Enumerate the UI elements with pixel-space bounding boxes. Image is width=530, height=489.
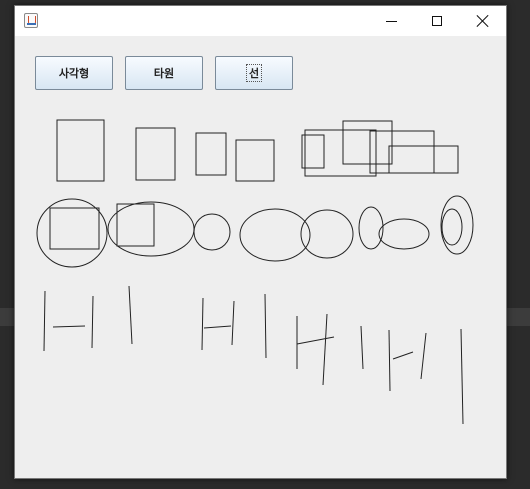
drawn-line xyxy=(128,285,133,345)
close-button[interactable] xyxy=(460,6,506,36)
drawn-line xyxy=(264,293,267,359)
drawn-line xyxy=(52,325,86,328)
minimize-button[interactable] xyxy=(368,6,414,36)
drawn-line xyxy=(360,325,364,370)
drawn-ellipse xyxy=(300,209,354,259)
drawn-ellipse xyxy=(378,218,430,250)
drawn-line xyxy=(388,329,391,392)
drawing-panel[interactable]: 사각형 타원 선 xyxy=(15,36,506,478)
drawn-ellipse xyxy=(239,208,311,262)
drawn-rectangle xyxy=(116,203,155,247)
rectangle-button-label: 사각형 xyxy=(58,67,90,80)
drawn-line xyxy=(201,297,204,351)
title-bar[interactable] xyxy=(15,6,506,36)
drawn-rectangle xyxy=(135,127,176,181)
java-app-icon xyxy=(24,13,38,28)
drawn-ellipse xyxy=(440,195,474,255)
drawn-ellipse xyxy=(36,198,108,268)
drawn-line xyxy=(231,300,235,346)
drawn-line xyxy=(322,313,328,386)
drawn-ellipse xyxy=(358,206,384,250)
drawn-line xyxy=(91,295,94,349)
drawn-rectangle xyxy=(304,129,377,177)
minimize-icon xyxy=(385,20,397,22)
drawn-rectangle xyxy=(342,120,393,165)
drawn-rectangle xyxy=(235,139,275,182)
drawn-rectangle xyxy=(49,207,100,250)
line-button-label: 선 xyxy=(245,64,263,82)
drawn-line xyxy=(392,351,414,360)
drawn-ellipse xyxy=(193,213,231,251)
ellipse-button[interactable]: 타원 xyxy=(125,56,203,90)
drawn-rectangle xyxy=(369,130,435,174)
drawn-rectangle xyxy=(388,145,459,174)
drawn-line xyxy=(420,332,427,380)
app-window: 사각형 타원 선 xyxy=(14,5,507,479)
drawn-line xyxy=(460,328,464,425)
drawn-line xyxy=(296,336,335,345)
drawn-rectangle xyxy=(195,132,227,176)
rectangle-button[interactable]: 사각형 xyxy=(35,56,113,90)
drawn-rectangle xyxy=(56,119,105,182)
drawn-ellipse xyxy=(107,201,195,257)
ellipse-button-label: 타원 xyxy=(153,67,175,80)
maximize-button[interactable] xyxy=(414,6,460,36)
drawn-line xyxy=(43,290,46,352)
maximize-icon xyxy=(432,16,442,26)
drawn-ellipse xyxy=(441,208,463,246)
drawing-canvas[interactable] xyxy=(15,36,506,478)
line-button[interactable]: 선 xyxy=(215,56,293,90)
drawn-line xyxy=(203,325,232,329)
close-icon xyxy=(477,15,489,27)
